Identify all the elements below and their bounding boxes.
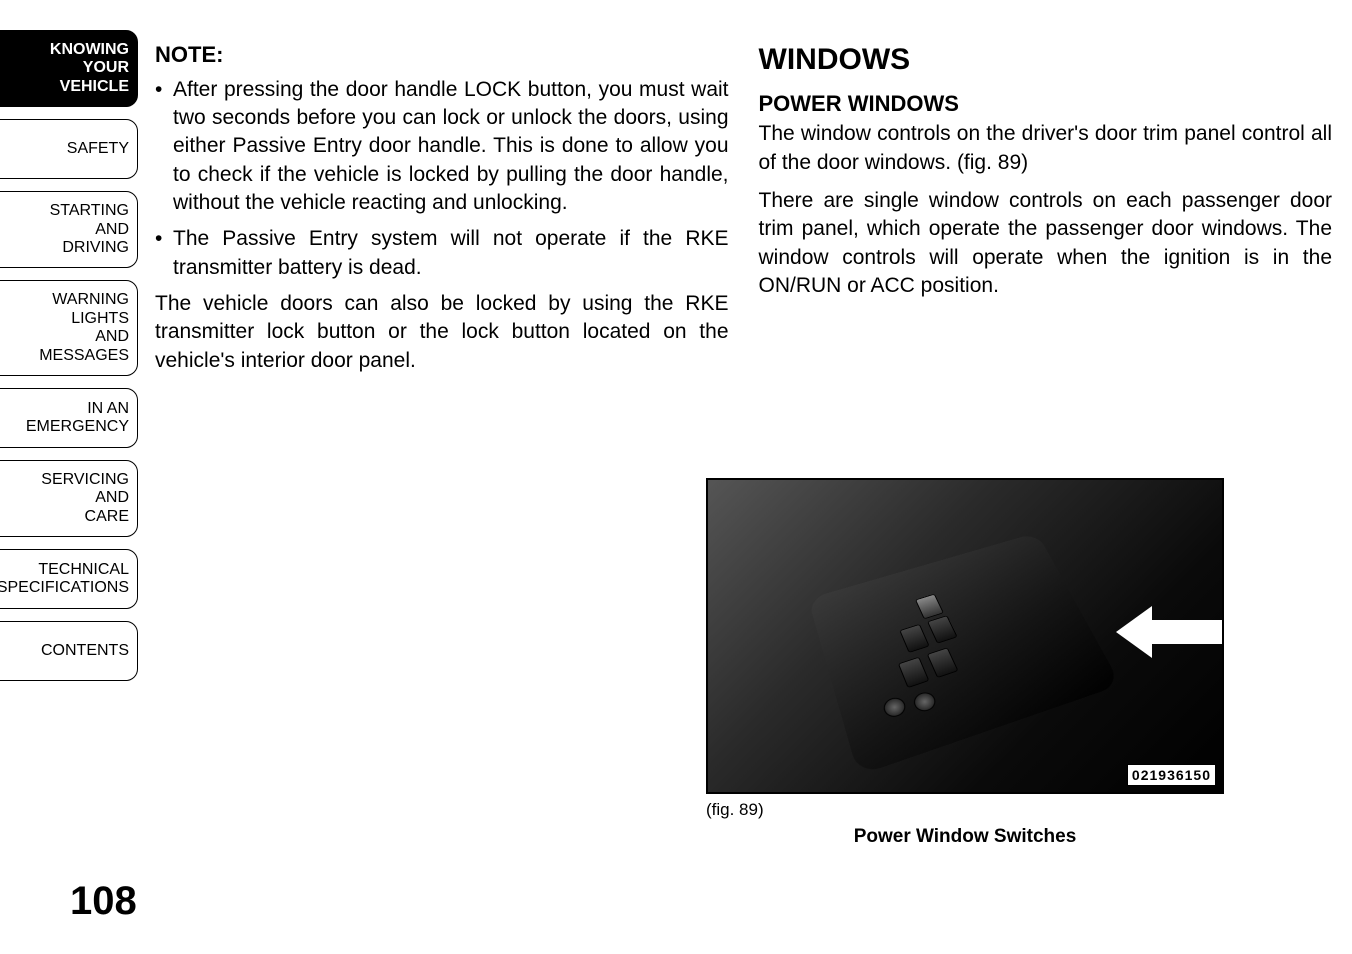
- tab-label: CONTENTS: [41, 642, 129, 660]
- tab-safety[interactable]: SAFETY: [0, 119, 138, 179]
- section-heading-windows: WINDOWS: [759, 40, 1333, 81]
- page-content: NOTE: After pressing the door handle LOC…: [155, 40, 1332, 375]
- tab-label: SAFETY: [67, 140, 129, 158]
- section-tabs: KNOWING YOUR VEHICLE SAFETY STARTING AND…: [0, 30, 138, 681]
- tab-technical-specifications[interactable]: TECHNICAL SPECIFICATIONS: [0, 549, 138, 609]
- left-column: NOTE: After pressing the door handle LOC…: [155, 40, 729, 375]
- right-column: WINDOWS POWER WINDOWS The window control…: [759, 40, 1333, 375]
- switch-graphic: [911, 690, 938, 714]
- tab-label: WARNING LIGHTS AND MESSAGES: [39, 291, 129, 365]
- switch-graphic: [915, 594, 944, 620]
- note-bullet-list: After pressing the door handle LOCK butt…: [155, 76, 729, 282]
- tab-warning-lights-and-messages[interactable]: WARNING LIGHTS AND MESSAGES: [0, 280, 138, 376]
- figure-reference: (fig. 89): [706, 800, 1224, 820]
- switch-graphic: [927, 647, 959, 678]
- tab-starting-and-driving[interactable]: STARTING AND DRIVING: [0, 191, 138, 268]
- body-paragraph: The vehicle doors can also be locked by …: [155, 290, 729, 375]
- switch-graphic: [927, 615, 958, 643]
- tab-in-an-emergency[interactable]: IN AN EMERGENCY: [0, 388, 138, 448]
- tab-contents[interactable]: CONTENTS: [0, 621, 138, 681]
- tab-label: IN AN EMERGENCY: [26, 400, 129, 437]
- figure-89: 021936150 (fig. 89) Power Window Switche…: [706, 478, 1224, 848]
- tab-servicing-and-care[interactable]: SERVICING AND CARE: [0, 460, 138, 537]
- switch-graphic: [899, 624, 929, 653]
- figure-id-label: 021936150: [1127, 764, 1216, 786]
- tab-label: SERVICING AND CARE: [41, 471, 129, 526]
- tab-knowing-your-vehicle[interactable]: KNOWING YOUR VEHICLE: [0, 30, 138, 107]
- tab-label: STARTING AND DRIVING: [50, 202, 129, 257]
- note-bullet: After pressing the door handle LOCK butt…: [155, 76, 729, 218]
- figure-image-power-window-switches: 021936150: [706, 478, 1224, 794]
- page-number: 108: [70, 879, 137, 924]
- subsection-heading-power-windows: POWER WINDOWS: [759, 89, 1333, 119]
- body-paragraph: The window controls on the driver's door…: [759, 120, 1333, 177]
- note-bullet: The Passive Entry system will not operat…: [155, 225, 729, 282]
- tab-label: TECHNICAL SPECIFICATIONS: [0, 561, 129, 598]
- figure-caption: Power Window Switches: [706, 826, 1224, 848]
- body-paragraph: There are single window controls on each…: [759, 187, 1333, 300]
- switch-graphic: [898, 657, 930, 688]
- tab-label: KNOWING YOUR VEHICLE: [50, 41, 129, 96]
- note-heading: NOTE:: [155, 40, 729, 70]
